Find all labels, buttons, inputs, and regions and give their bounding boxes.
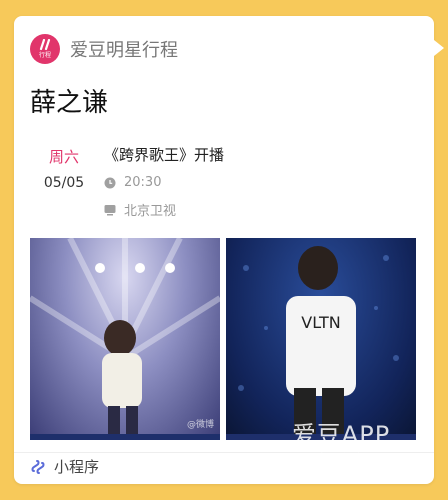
event-date: 周六 05/05 [30,146,98,191]
event-channel: 北京卫视 [124,204,177,219]
photo-stage-left: @微博 [30,238,220,434]
card-header: 行程 爱豆明星行程 [30,34,178,64]
event-channel-row: 北京卫视 [104,200,224,219]
mini-program-icon [31,459,45,474]
photo-caption: @微博 [186,420,214,430]
event-time-row: 20:30 [104,175,224,190]
mini-program-footer[interactable]: 小程序 [30,456,99,477]
event-weekday: 周六 [48,148,79,166]
watermark-sub: 追星必备 [268,450,414,466]
clock-icon [104,177,116,189]
watermark: 爱豆APP 追星必备 [268,415,414,466]
event-date-value: 05/05 [43,175,85,191]
tv-icon [104,204,116,216]
app-name: 爱豆明星行程 [70,40,178,61]
watermark-main: 爱豆APP [291,421,391,449]
event-time: 20:30 [124,175,162,190]
event-title: 《跨界歌王》开播 [104,146,225,164]
page-title: 薛之谦 [30,88,109,118]
mini-program-card[interactable]: 行程 爱豆明星行程 薛之谦 周六 05/05 《跨界歌王》开播 20:30 北京… [14,16,434,484]
footer-label: 小程序 [54,458,100,476]
svg-text:VLTN: VLTN [301,313,340,332]
photo-strip-left [30,434,220,440]
event-details: 《跨界歌王》开播 20:30 北京卫视 [104,144,224,219]
logo-text: 行程 [38,52,51,59]
card-arrow [434,40,444,56]
app-logo-icon: 行程 [30,34,60,64]
photo-stage-right: VLTN [226,238,416,434]
